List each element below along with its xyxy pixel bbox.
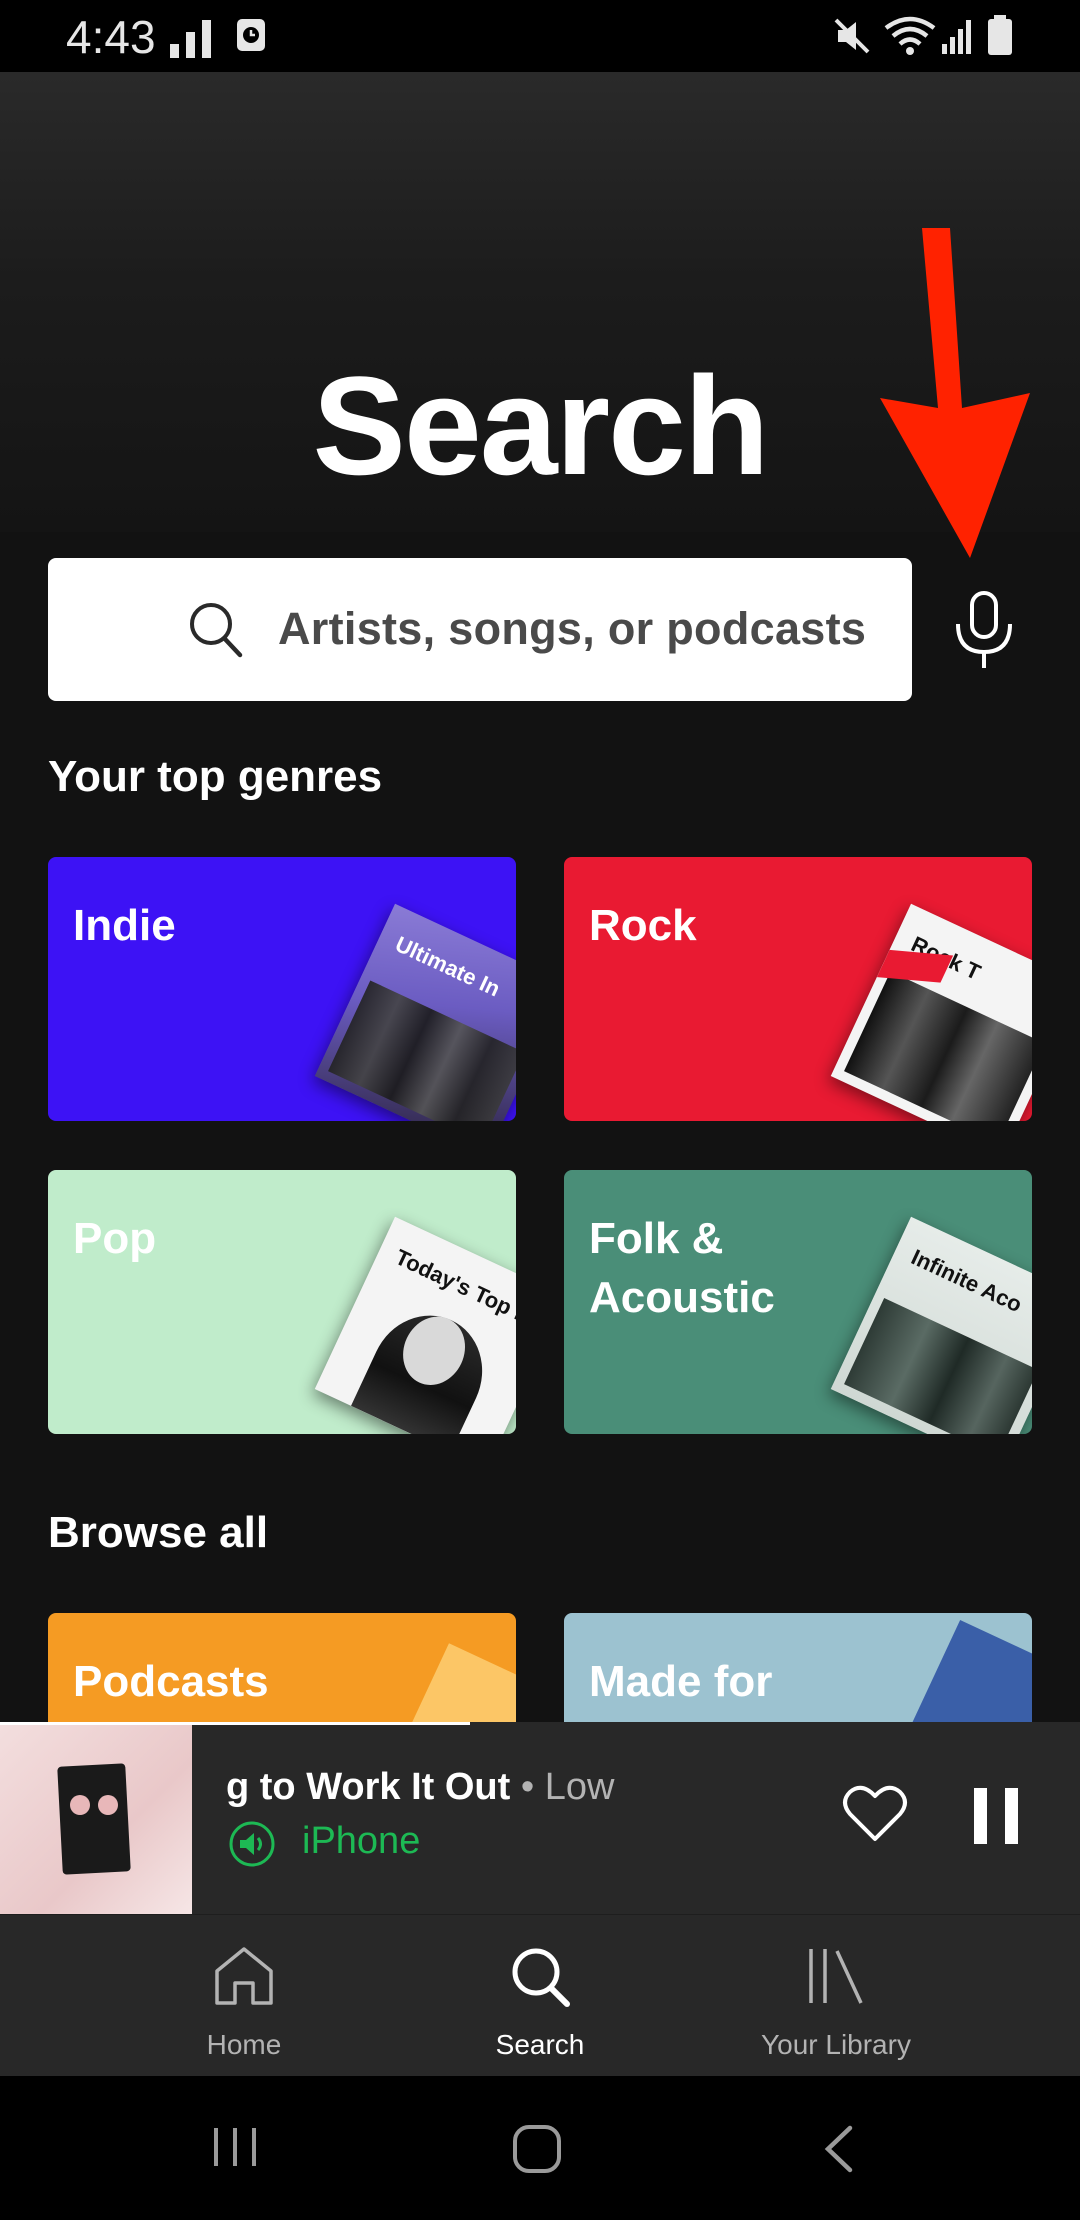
playlist-cover-image <box>900 1619 1032 1722</box>
top-genres-heading: Your top genres <box>48 752 383 801</box>
bottom-navigation: Home Search Your Library <box>0 1914 1080 2076</box>
search-placeholder: Artists, songs, or podcasts <box>278 603 867 654</box>
mute-icon <box>834 18 870 54</box>
nav-item-search[interactable]: Search <box>390 1915 690 2077</box>
system-navigation-bar <box>0 2076 1080 2220</box>
library-icon <box>809 1949 863 2004</box>
track-title: g to Work It Out <box>226 1766 511 1808</box>
browse-tile-label: Made for <box>589 1657 773 1706</box>
nav-label: Your Library <box>761 2029 911 2060</box>
genre-tile-rock[interactable]: Rock Rock T <box>564 857 1032 1121</box>
genre-tile-indie[interactable]: Indie Ultimate In <box>48 857 516 1121</box>
browse-tile-podcasts[interactable]: Podcasts <box>48 1613 516 1722</box>
search-icon <box>512 1948 570 2007</box>
pause-icon[interactable] <box>974 1788 1018 1844</box>
now-playing-title: g to Work It Out • Low <box>226 1766 656 1809</box>
alarm-icon <box>237 19 265 51</box>
separator: • <box>520 1766 535 1808</box>
nav-item-home[interactable]: Home <box>94 1915 394 2077</box>
signal-bars-icon <box>170 20 211 58</box>
search-input[interactable]: Artists, songs, or podcasts <box>48 558 912 701</box>
heart-icon[interactable] <box>842 1784 908 1844</box>
status-time: 4:43 <box>66 11 156 63</box>
genre-tile-label: Folk & Acoustic <box>589 1214 775 1322</box>
nav-label: Search <box>495 2029 585 2060</box>
genre-tile-pop[interactable]: Pop Today's Top H <box>48 1170 516 1434</box>
genre-tile-label: Rock <box>589 901 697 950</box>
annotation-arrow <box>880 228 1030 558</box>
playlist-cover-image <box>398 1643 516 1722</box>
playlist-cover-image: Rock T <box>830 903 1032 1121</box>
browse-tile-made-for[interactable]: Made for <box>564 1613 1032 1722</box>
track-artist: Low <box>544 1766 615 1808</box>
browse-all-heading: Browse all <box>48 1508 269 1557</box>
home-icon <box>215 1947 273 2005</box>
back-icon[interactable] <box>822 2124 856 2174</box>
now-playing-album-art <box>0 1725 192 1914</box>
wifi-icon <box>884 16 936 55</box>
genre-tile-label: Indie <box>73 901 176 950</box>
cell-signal-icon <box>942 20 971 54</box>
nav-label: Home <box>206 2029 282 2060</box>
browse-tile-label: Podcasts <box>73 1657 269 1706</box>
genre-tile-folk-acoustic[interactable]: Folk & Acoustic Infinite Aco <box>564 1170 1032 1434</box>
home-button-icon[interactable] <box>512 2124 562 2174</box>
status-bar: 4:43 <box>0 0 1080 72</box>
microphone-icon[interactable] <box>950 590 1018 670</box>
battery-icon <box>988 15 1012 55</box>
search-icon <box>190 603 243 658</box>
playlist-cover-image: Today's Top H <box>314 1216 516 1434</box>
speaker-icon <box>229 1821 275 1867</box>
playlist-cover-image: Ultimate In <box>314 903 516 1121</box>
now-playing-bar[interactable]: g to Work It Out • Low iPhone <box>0 1722 1080 1914</box>
genre-tile-label: Pop <box>73 1214 157 1263</box>
nav-item-your-library[interactable]: Your Library <box>686 1915 986 2077</box>
device-name: iPhone <box>302 1820 421 1862</box>
playlist-cover-image: Infinite Aco <box>830 1216 1032 1434</box>
recent-apps-icon[interactable] <box>212 2124 258 2170</box>
